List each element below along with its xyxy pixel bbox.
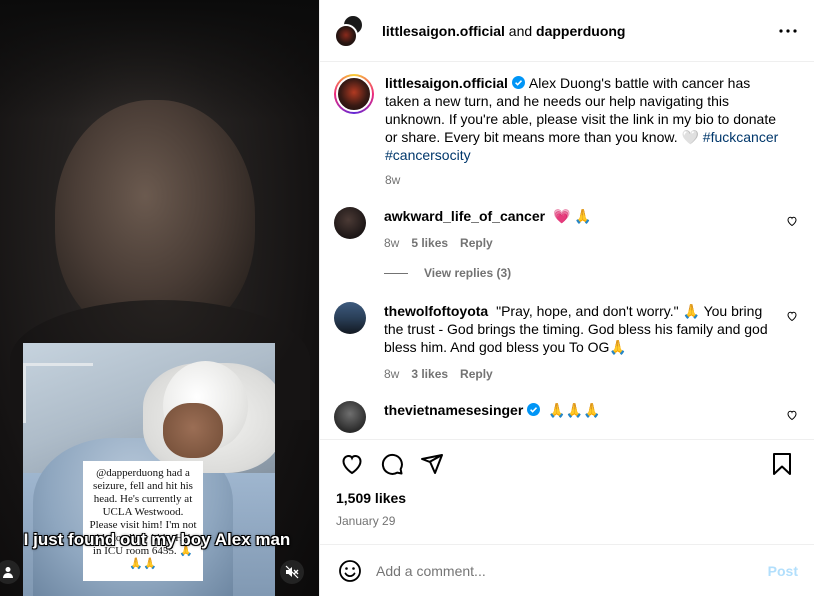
post-caption-row: littlesaigon.official Alex Duong's battle… xyxy=(334,74,800,189)
comment-username[interactable]: awkward_life_of_cancer xyxy=(384,208,545,224)
owner-username[interactable]: littlesaigon.official xyxy=(382,23,505,39)
hashtag-link[interactable]: #fuckcancer xyxy=(703,129,778,145)
person-icon xyxy=(3,567,13,578)
comment-username[interactable]: thevietnamesesinger xyxy=(384,402,523,418)
post-age: 8w xyxy=(385,173,401,187)
comment-age: 8w xyxy=(384,367,400,381)
collaborator-username[interactable]: dapperduong xyxy=(536,23,625,39)
likes-count[interactable]: 1,509 likes xyxy=(320,487,814,506)
view-replies-label: View replies (3) xyxy=(424,266,512,280)
story-text-note: @dapperduong had a seizure, fell and hit… xyxy=(83,461,203,581)
reply-button[interactable]: Reply xyxy=(460,234,493,252)
avatar[interactable] xyxy=(334,207,366,239)
comment-text: 🙏🙏🙏 xyxy=(548,402,601,418)
avatar[interactable] xyxy=(334,401,366,433)
verified-badge-icon xyxy=(511,76,525,89)
verified-badge-icon xyxy=(527,403,541,416)
avatar[interactable] xyxy=(334,302,366,334)
bed-rail xyxy=(23,363,93,423)
smiley-icon xyxy=(339,559,361,582)
post-date: January 29 xyxy=(336,514,396,528)
comment-text: 💗 🙏 xyxy=(552,208,592,224)
add-comment-bar: Post xyxy=(320,544,814,596)
comment-likes[interactable]: 3 likes xyxy=(411,365,448,383)
comments-list[interactable]: littlesaigon.official Alex Duong's battle… xyxy=(320,62,814,439)
comment-meta: 8w 5 likes Reply xyxy=(384,234,780,252)
comment-input[interactable] xyxy=(376,562,768,579)
post-comment-button[interactable]: Post xyxy=(768,563,798,579)
view-replies-button[interactable]: View replies (3) xyxy=(384,266,800,280)
collab-avatars[interactable] xyxy=(334,13,368,48)
save-button[interactable] xyxy=(762,444,802,484)
caption-meta: 8w xyxy=(385,171,780,189)
post-authors: littlesaigon.official and dapperduong xyxy=(382,23,625,39)
comment-like-icon[interactable] xyxy=(786,215,798,227)
comment-likes[interactable]: 5 likes xyxy=(411,234,448,252)
video-caption: I just found out my boy Alex man xyxy=(23,530,291,549)
mute-button[interactable] xyxy=(280,560,304,584)
more-horizontal-icon xyxy=(779,28,797,33)
comment-row: thewolfoftoyota "Pray, hope, and don't w… xyxy=(334,302,800,383)
comment-like-icon[interactable] xyxy=(786,409,798,421)
divider xyxy=(384,272,408,274)
authors-joiner: and xyxy=(508,22,533,39)
emoji-button[interactable] xyxy=(336,557,364,585)
tagged-users-button[interactable] xyxy=(0,560,20,584)
comment-body: thevietnamesesinger 🙏🙏🙏 xyxy=(384,401,800,433)
patient-face xyxy=(163,403,223,458)
comment-row: thevietnamesesinger 🙏🙏🙏 xyxy=(334,401,800,433)
avatar[interactable] xyxy=(334,74,374,114)
post-header: littlesaigon.official and dapperduong xyxy=(320,0,814,62)
share-button[interactable] xyxy=(412,444,452,484)
hashtag-link[interactable]: #cancersocity xyxy=(385,147,471,163)
comment-like-icon[interactable] xyxy=(786,310,798,322)
post-panel: littlesaigon.official and dapperduong li… xyxy=(319,0,814,596)
caption-body: littlesaigon.official Alex Duong's battle… xyxy=(385,74,800,189)
post-actions xyxy=(320,439,814,487)
comment-body: awkward_life_of_cancer 💗 🙏 8w 5 likes Re… xyxy=(384,207,800,252)
caption-username[interactable]: littlesaigon.official xyxy=(385,75,508,91)
bookmark-icon xyxy=(773,452,791,475)
avatar xyxy=(334,23,358,48)
paper-plane-icon xyxy=(421,453,443,474)
comment-body: thewolfoftoyota "Pray, hope, and don't w… xyxy=(384,302,800,383)
instagram-post-viewer: @dapperduong had a seizure, fell and hit… xyxy=(0,0,814,596)
comment-row: awkward_life_of_cancer 💗 🙏 8w 5 likes Re… xyxy=(334,207,800,252)
like-button[interactable] xyxy=(332,444,372,484)
heart-icon xyxy=(342,454,362,474)
more-options-button[interactable] xyxy=(776,19,800,43)
hospital-photo-inset: @dapperduong had a seizure, fell and hit… xyxy=(23,343,275,596)
comment-button[interactable] xyxy=(372,444,412,484)
comment-meta: 8w 3 likes Reply xyxy=(384,365,780,383)
comment-username[interactable]: thewolfoftoyota xyxy=(384,303,488,319)
reply-button[interactable]: Reply xyxy=(460,365,493,383)
post-video[interactable]: @dapperduong had a seizure, fell and hit… xyxy=(0,0,319,596)
comment-icon xyxy=(381,453,403,475)
comment-age: 8w xyxy=(384,236,400,250)
speaker-muted-icon xyxy=(285,565,299,579)
